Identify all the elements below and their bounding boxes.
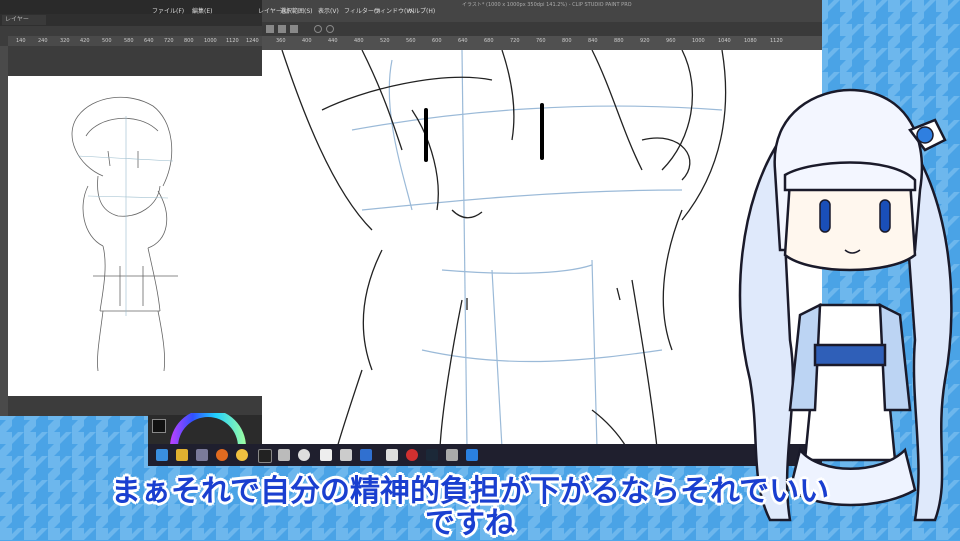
record-icon[interactable]	[406, 449, 418, 461]
ruler-tick: 320	[60, 38, 70, 44]
navigator-vertical-ruler	[0, 46, 8, 416]
ruler-tick: 520	[380, 38, 390, 44]
navigator-window: レイヤー 140 240 320 420 500 580 640 720 800…	[0, 14, 262, 416]
ruler-tick: 420	[80, 38, 90, 44]
save-icon[interactable]	[290, 25, 298, 33]
shield-icon[interactable]	[196, 449, 208, 461]
ruler-tick: 580	[124, 38, 134, 44]
ruler-tick: 140	[16, 38, 26, 44]
subtitle-line-2: ですね	[425, 506, 515, 541]
open-icon[interactable]	[278, 25, 286, 33]
ruler-tick: 1120	[770, 38, 783, 44]
color-wheel[interactable]	[168, 413, 248, 447]
window-title: イラスト* (1000 x 1000px 350dpi 141.2%) - CL…	[462, 2, 632, 8]
emoji-icon[interactable]	[236, 449, 248, 461]
subtitle-caption: まぁそれで自分の精神的負担が下がるならそれでいい ですね	[40, 474, 900, 540]
horizontal-ruler: 360 400 440 480 520 560 600 640 680 720 …	[262, 36, 822, 50]
app-icon[interactable]	[446, 449, 458, 461]
ruler-tick: 1040	[718, 38, 731, 44]
ruler-tick: 240	[38, 38, 48, 44]
undo-icon[interactable]	[314, 25, 322, 33]
window-icon[interactable]	[278, 449, 290, 461]
ruler-tick: 1000	[692, 38, 705, 44]
start-icon[interactable]	[156, 449, 168, 461]
top-strip	[0, 0, 262, 14]
ruler-tick: 560	[406, 38, 416, 44]
ruler-tick: 720	[164, 38, 174, 44]
music-icon[interactable]	[298, 449, 310, 461]
color-wheel-panel	[148, 413, 262, 447]
ruler-tick: 640	[144, 38, 154, 44]
menu-select[interactable]: 選択範囲(S)	[280, 8, 313, 16]
ruler-tick: 440	[328, 38, 338, 44]
main-color-swatch[interactable]	[152, 419, 166, 433]
document-icon[interactable]	[320, 449, 332, 461]
firefox-icon[interactable]	[216, 449, 228, 461]
ruler-tick: 840	[588, 38, 598, 44]
command-bar	[262, 22, 822, 36]
ruler-tick: 500	[102, 38, 112, 44]
subtitle-line-1: まぁそれで自分の精神的負担が下がるならそれでいい	[110, 474, 830, 509]
ruler-tick: 360	[276, 38, 286, 44]
ruler-tick: 920	[640, 38, 650, 44]
vtuber-avatar	[738, 88, 953, 522]
ruler-tick: 480	[354, 38, 364, 44]
sketch-thumbnail	[71, 96, 178, 372]
ruler-tick: 800	[184, 38, 194, 44]
ruler-tick: 640	[458, 38, 468, 44]
steam-icon[interactable]	[426, 449, 438, 461]
ruler-tick: 1120	[226, 38, 239, 44]
menu-bar: イラスト* (1000 x 1000px 350dpi 141.2%) - CL…	[152, 0, 822, 22]
ruler-tick: 800	[562, 38, 572, 44]
film-icon[interactable]	[258, 449, 272, 463]
navigator-tab[interactable]: レイヤー	[2, 15, 46, 25]
ruler-tick: 880	[614, 38, 624, 44]
ruler-tick: 720	[510, 38, 520, 44]
ruler-tick: 1080	[744, 38, 757, 44]
ruler-tick: 760	[536, 38, 546, 44]
file-icon[interactable]	[340, 449, 352, 461]
menu-file[interactable]: ファイル(F)	[152, 8, 184, 16]
ruler-tick: 1000	[204, 38, 217, 44]
ruler-tick: 680	[484, 38, 494, 44]
redo-icon[interactable]	[326, 25, 334, 33]
store-icon[interactable]	[360, 449, 372, 461]
share-icon[interactable]	[466, 449, 478, 461]
navigator-titlebar[interactable]: レイヤー	[0, 14, 262, 26]
ruler-tick: 1240	[246, 38, 259, 44]
menu-view[interactable]: 表示(V)	[318, 8, 339, 16]
menu-edit[interactable]: 編集(E)	[192, 8, 212, 16]
navigator-ruler: 140 240 320 420 500 580 640 720 800 1000…	[8, 36, 262, 46]
explorer-icon[interactable]	[176, 449, 188, 461]
new-icon[interactable]	[266, 25, 274, 33]
navigator-canvas-preview[interactable]	[8, 76, 262, 396]
clip-studio-icon[interactable]	[386, 449, 398, 461]
ruler-tick: 960	[666, 38, 676, 44]
menu-help[interactable]: ヘルプ(H)	[408, 8, 435, 16]
ruler-tick: 400	[302, 38, 312, 44]
ruler-tick: 600	[432, 38, 442, 44]
